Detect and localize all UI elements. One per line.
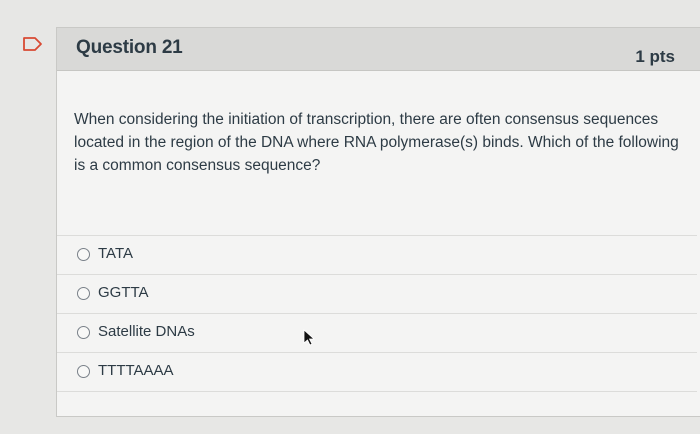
answer-option-satellite-dnas[interactable]: Satellite DNAs bbox=[57, 313, 697, 352]
question-text: When considering the initiation of trans… bbox=[74, 111, 679, 174]
radio-button[interactable] bbox=[77, 326, 90, 339]
question-points: 1 pts bbox=[635, 47, 675, 66]
answer-label[interactable]: TATA bbox=[98, 245, 133, 262]
question-header: Question 21 1 pts bbox=[57, 28, 700, 71]
radio-button[interactable] bbox=[77, 365, 90, 378]
radio-button[interactable] bbox=[77, 287, 90, 300]
question-title: Question 21 bbox=[76, 37, 183, 58]
answer-label[interactable]: GGTTA bbox=[98, 284, 149, 301]
answer-label[interactable]: TTTTAAAA bbox=[98, 362, 174, 379]
radio-button[interactable] bbox=[77, 248, 90, 261]
answer-list: TATA GGTTA Satellite DNAs TTTTAAAA bbox=[57, 235, 700, 392]
mouse-cursor-icon bbox=[303, 329, 316, 346]
bookmark-flag-icon[interactable] bbox=[22, 36, 44, 52]
answer-option-ggtta[interactable]: GGTTA bbox=[57, 274, 697, 313]
answer-label[interactable]: Satellite DNAs bbox=[98, 323, 195, 340]
answer-option-tata[interactable]: TATA bbox=[57, 235, 697, 274]
answer-option-ttttaaaa[interactable]: TTTTAAAA bbox=[57, 352, 697, 392]
question-card: Question 21 1 pts When considering the i… bbox=[56, 27, 700, 417]
